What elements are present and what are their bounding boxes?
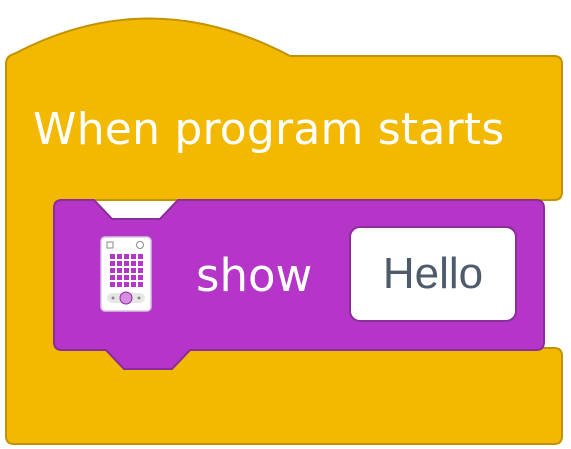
matrix-display-icon: [100, 236, 152, 312]
show-label: show: [196, 249, 313, 302]
block-shapes: [5, 17, 563, 445]
text-input-field[interactable]: Hello: [349, 226, 517, 322]
hat-block-title: When program starts: [33, 104, 505, 155]
code-canvas: When program starts show Hello: [0, 0, 571, 449]
